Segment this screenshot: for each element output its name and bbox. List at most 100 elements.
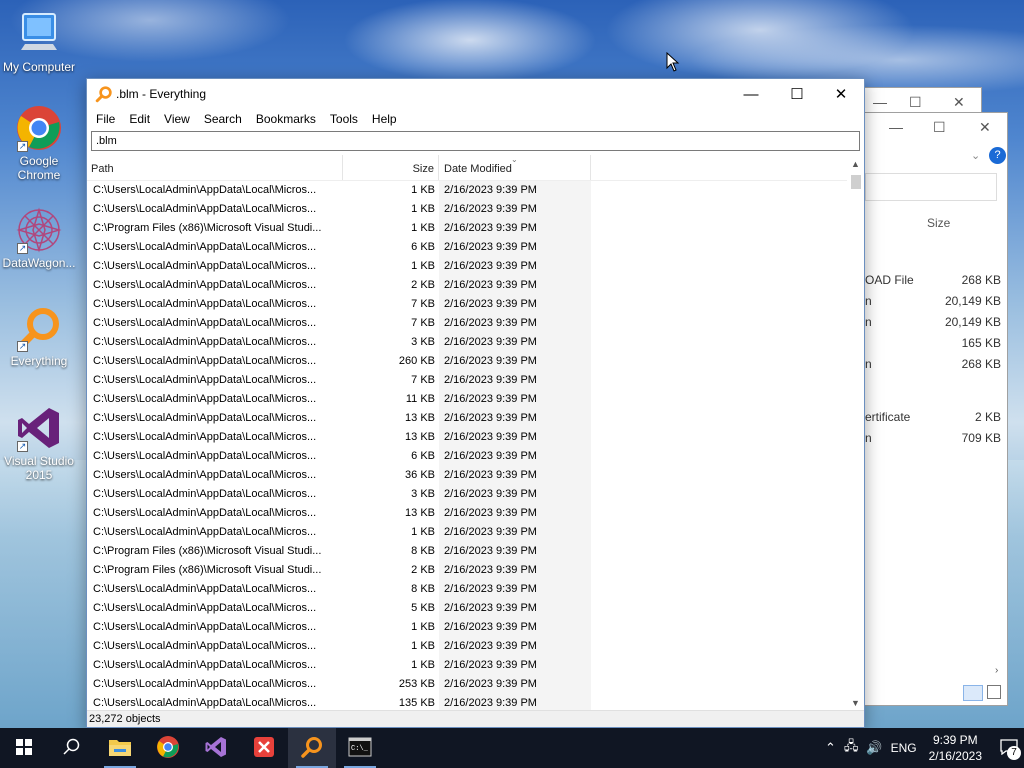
table-row[interactable]: C:\Users\LocalAdmin\AppData\Local\Micros… (87, 371, 864, 390)
details-view-icon[interactable] (963, 685, 983, 701)
cell-path: C:\Users\LocalAdmin\AppData\Local\Micros… (93, 241, 317, 253)
status-bar: 23,272 objects (87, 710, 864, 727)
taskbar-search-button[interactable] (48, 728, 96, 768)
table-row[interactable]: C:\Users\LocalAdmin\AppData\Local\Micros… (87, 656, 864, 675)
chevron-down-icon[interactable]: ⌄ (971, 149, 980, 162)
close-icon[interactable]: ✕ (953, 94, 965, 111)
cell-size: 11 KB (405, 393, 435, 405)
table-row[interactable]: C:\Users\LocalAdmin\AppData\Local\Micros… (87, 257, 864, 276)
cell-date-modified: 2/16/2023 9:39 PM (439, 314, 591, 333)
table-row[interactable]: C:\Users\LocalAdmin\AppData\Local\Micros… (87, 181, 864, 200)
action-center-button[interactable]: 7 (994, 728, 1024, 768)
background-explorer-window[interactable]: — ☐ ✕ ⌄ ? Size OAD File 268 KB n 20,149 KB… (864, 112, 1008, 706)
table-row[interactable]: C:\Users\LocalAdmin\AppData\Local\Micros… (87, 447, 864, 466)
datawagon-icon: ↗ (15, 206, 63, 254)
list-item[interactable]: n 268 KB (865, 357, 1001, 378)
list-item[interactable]: OAD File 268 KB (865, 273, 1001, 294)
table-row[interactable]: C:\Users\LocalAdmin\AppData\Local\Micros… (87, 466, 864, 485)
taskbar-close-app[interactable] (240, 728, 288, 768)
table-row[interactable]: C:\Users\LocalAdmin\AppData\Local\Micros… (87, 390, 864, 409)
cell-size: 8 KB (411, 545, 435, 557)
list-item[interactable]: n 20,149 KB (865, 315, 1001, 336)
list-item[interactable]: n 709 KB (865, 431, 1001, 452)
start-button[interactable] (0, 728, 48, 768)
everything-window[interactable]: .blm - Everything — ☐ ✕ File Edit View S… (86, 78, 865, 728)
chevron-up-icon[interactable]: ⌃ (825, 740, 836, 756)
desktop-icon-visual-studio[interactable]: ↗ Visual Studio 2015 (0, 404, 78, 482)
table-row[interactable]: C:\Users\LocalAdmin\AppData\Local\Micros… (87, 637, 864, 656)
scroll-right-icon[interactable]: › (995, 665, 998, 676)
table-row[interactable]: C:\Program Files (x86)\Microsoft Visual … (87, 561, 864, 580)
table-row[interactable]: C:\Users\LocalAdmin\AppData\Local\Micros… (87, 675, 864, 694)
visual-studio-icon (204, 735, 228, 762)
title-bar[interactable]: .blm - Everything — ☐ ✕ (87, 79, 864, 109)
taskbar-everything[interactable] (288, 728, 336, 768)
scroll-up-icon[interactable]: ▲ (851, 159, 860, 169)
desktop-icon-datawagon[interactable]: ↗ DataWagon... (0, 206, 78, 270)
svg-text:C:\_: C:\_ (351, 745, 369, 753)
menu-edit[interactable]: Edit (122, 112, 157, 126)
maximize-button[interactable]: ☐ (774, 79, 820, 109)
desktop-icon-my-computer[interactable]: My Computer (0, 10, 78, 74)
taskbar-command-prompt[interactable]: C:\_ (336, 728, 384, 768)
cell-size: 260 KB (398, 355, 435, 367)
table-row[interactable]: C:\Users\LocalAdmin\AppData\Local\Micros… (87, 618, 864, 637)
list-item[interactable]: ertificate 2 KB (865, 410, 1001, 431)
menu-tools[interactable]: Tools (323, 112, 365, 126)
taskbar-file-explorer[interactable] (96, 728, 144, 768)
column-path[interactable]: Path (87, 155, 343, 180)
scroll-down-icon[interactable]: ▼ (851, 698, 860, 708)
search-input[interactable]: .blm (91, 131, 860, 151)
desktop-icon-everything[interactable]: ↗ Everything (0, 304, 78, 368)
table-row[interactable]: C:\Users\LocalAdmin\AppData\Local\Micros… (87, 428, 864, 447)
list-item[interactable]: 165 KB (865, 336, 1001, 357)
table-row[interactable]: C:\Users\LocalAdmin\AppData\Local\Micros… (87, 238, 864, 257)
table-row[interactable]: C:\Users\LocalAdmin\AppData\Local\Micros… (87, 333, 864, 352)
scrollbar-thumb[interactable] (851, 175, 861, 189)
table-row[interactable]: C:\Users\LocalAdmin\AppData\Local\Micros… (87, 314, 864, 333)
start-icon (16, 738, 32, 758)
help-icon[interactable]: ? (989, 147, 1006, 164)
table-row[interactable]: C:\Program Files (x86)\Microsoft Visual … (87, 542, 864, 561)
table-row[interactable]: C:\Users\LocalAdmin\AppData\Local\Micros… (87, 352, 864, 371)
table-row[interactable]: C:\Program Files (x86)\Microsoft Visual … (87, 219, 864, 238)
menu-bookmarks[interactable]: Bookmarks (249, 112, 323, 126)
minimize-icon[interactable]: — (889, 119, 903, 135)
desktop-icon-chrome[interactable]: ↗ Google Chrome (0, 104, 78, 182)
table-row[interactable]: C:\Users\LocalAdmin\AppData\Local\Micros… (87, 276, 864, 295)
table-row[interactable]: C:\Users\LocalAdmin\AppData\Local\Micros… (87, 485, 864, 504)
shortcut-arrow-icon: ↗ (17, 341, 28, 352)
language-indicator[interactable]: ENG (891, 741, 917, 755)
taskbar-chrome[interactable] (144, 728, 192, 768)
column-date-modified[interactable]: ⌄ Date Modified (439, 155, 591, 180)
column-size[interactable]: Size (343, 155, 439, 180)
maximize-icon[interactable]: ☐ (933, 119, 946, 136)
table-row[interactable]: C:\Users\LocalAdmin\AppData\Local\Micros… (87, 504, 864, 523)
list-item[interactable]: n 20,149 KB (865, 294, 1001, 315)
menu-search[interactable]: Search (197, 112, 249, 126)
table-row[interactable]: C:\Users\LocalAdmin\AppData\Local\Micros… (87, 580, 864, 599)
results-list[interactable]: Path Size ⌄ Date Modified C:\Users\Local… (87, 155, 864, 712)
volume-icon[interactable]: 🔊 (866, 740, 882, 756)
taskbar-visual-studio[interactable] (192, 728, 240, 768)
table-row[interactable]: C:\Users\LocalAdmin\AppData\Local\Micros… (87, 599, 864, 618)
clock[interactable]: 9:39 PM 2/16/2023 (929, 732, 982, 764)
menu-help[interactable]: Help (365, 112, 404, 126)
maximize-icon[interactable]: ☐ (909, 94, 922, 111)
table-row[interactable]: C:\Users\LocalAdmin\AppData\Local\Micros… (87, 409, 864, 428)
close-button[interactable]: ✕ (818, 79, 864, 109)
minimize-icon[interactable]: — (873, 94, 887, 110)
table-row[interactable]: C:\Users\LocalAdmin\AppData\Local\Micros… (87, 523, 864, 542)
table-row[interactable]: C:\Users\LocalAdmin\AppData\Local\Micros… (87, 295, 864, 314)
menu-file[interactable]: File (89, 112, 122, 126)
minimize-button[interactable]: — (728, 79, 774, 109)
vertical-scrollbar[interactable]: ▲ ▼ (847, 155, 864, 712)
table-row[interactable]: C:\Users\LocalAdmin\AppData\Local\Micros… (87, 200, 864, 219)
size-column-header[interactable]: Size (927, 216, 950, 230)
close-icon[interactable]: ✕ (979, 119, 991, 136)
menu-view[interactable]: View (157, 112, 197, 126)
network-icon[interactable]: 🖧 (844, 737, 859, 759)
large-icons-view-icon[interactable] (987, 685, 1001, 699)
clock-time: 9:39 PM (932, 733, 978, 747)
address-bar[interactable] (865, 173, 997, 201)
